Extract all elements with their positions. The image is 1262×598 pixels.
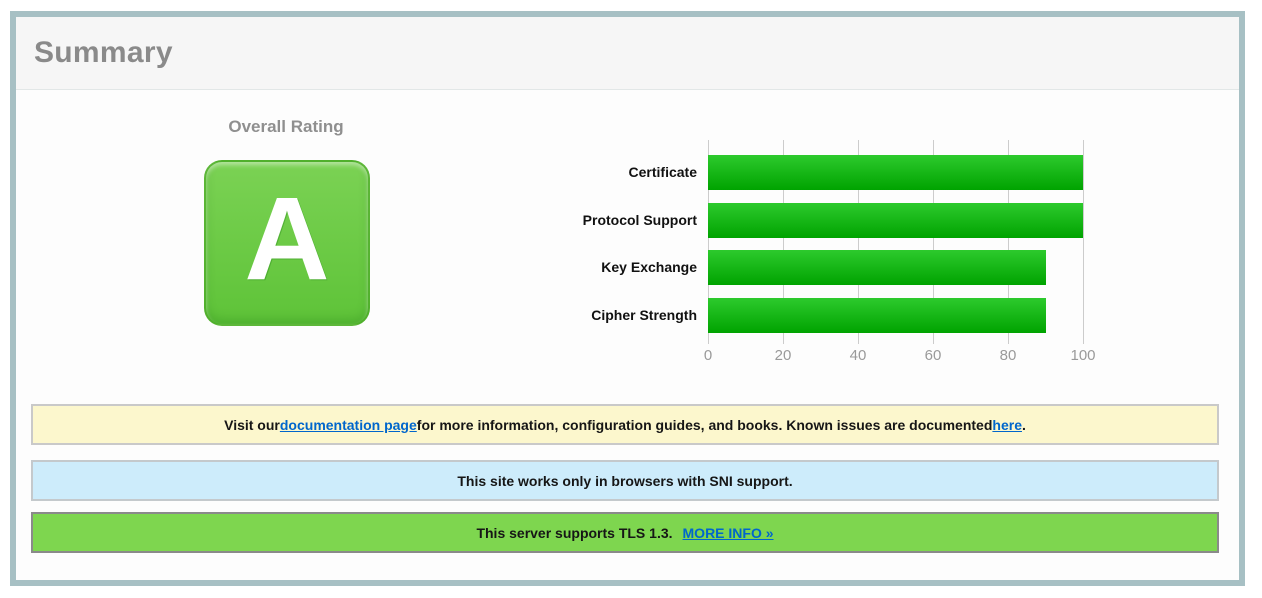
tls13-notice-text: This server supports TLS 1.3. (476, 524, 673, 541)
axis-tick-label: 0 (703, 347, 713, 364)
summary-content: Overall Rating A 0 20 40 60 80 100 Certificate… (16, 90, 1239, 579)
bar-label-key-exchange: Key Exchange (601, 259, 697, 275)
report-panel: Summary Overall Rating A 0 20 40 60 80 100 Cer… (10, 11, 1245, 586)
axis-tick (708, 337, 709, 344)
sni-notice: This site works only in browsers with SN… (31, 460, 1219, 501)
axis-tick-label: 80 (999, 347, 1017, 364)
documentation-notice-text: Visit our (224, 416, 280, 433)
documentation-page-link[interactable]: documentation page (280, 417, 417, 433)
axis-tick (858, 337, 859, 344)
score-bar-chart: 0 20 40 60 80 100 Certificate Protocol Support K… (16, 90, 1239, 579)
bar-certificate (708, 155, 1083, 190)
page-title: Summary (34, 36, 173, 69)
bar-label-cipher-strength: Cipher Strength (591, 307, 697, 323)
bar-key-exchange (708, 250, 1046, 285)
axis-tick-label: 20 (774, 347, 792, 364)
gridline (1083, 140, 1084, 337)
axis-tick (1083, 337, 1084, 344)
documentation-notice-text: . (1021, 416, 1026, 433)
bar-label-protocol-support: Protocol Support (582, 212, 697, 228)
bar-protocol-support (708, 203, 1083, 238)
documentation-notice-text: for more information, configuration guid… (416, 416, 993, 433)
tls13-notice: This server supports TLS 1.3. MORE INFO … (31, 512, 1219, 553)
axis-tick (933, 337, 934, 344)
sni-notice-text: This site works only in browsers with SN… (457, 472, 793, 489)
bar-label-certificate: Certificate (628, 164, 697, 180)
bar-cipher-strength (708, 298, 1046, 333)
axis-tick-label: 60 (924, 347, 942, 364)
documentation-notice: Visit our documentation page for more in… (31, 404, 1219, 445)
summary-header: Summary (16, 17, 1239, 90)
axis-tick (783, 337, 784, 344)
more-info-link[interactable]: MORE INFO » (683, 525, 774, 541)
axis-tick-label: 40 (849, 347, 867, 364)
axis-tick (1008, 337, 1009, 344)
axis-tick-label: 100 (1070, 347, 1096, 364)
known-issues-here-link[interactable]: here (992, 417, 1022, 433)
